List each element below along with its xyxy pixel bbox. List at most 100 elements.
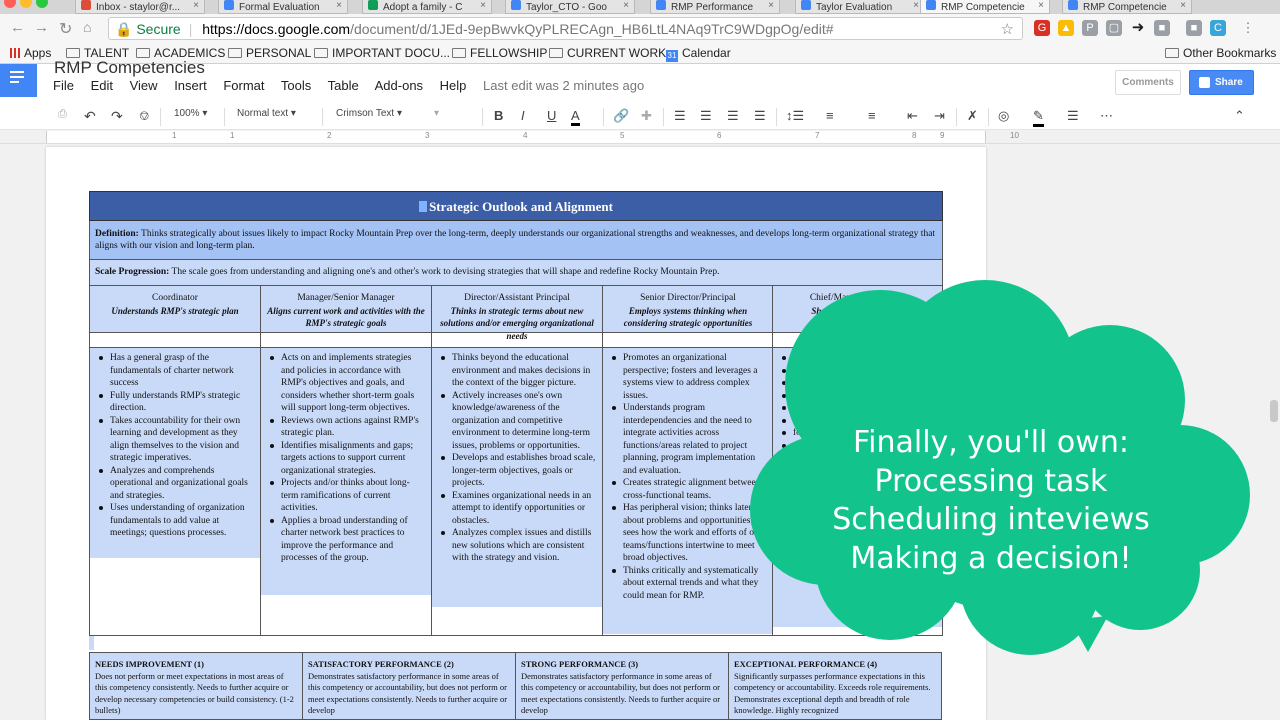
extension-icon[interactable]: ■ (1186, 20, 1202, 36)
formatting-toolbar: ⎙ ↶ ↷ ⎊ 100% ▾ Normal text ▾ Crimson Tex… (0, 104, 1280, 130)
browser-tab[interactable]: Taylor Evaluation × (795, 0, 925, 14)
behavior-list-item: Acts on and implements strategies and po… (265, 352, 427, 415)
last-edit-status[interactable]: Last edit was 2 minutes ago (483, 78, 644, 93)
home-icon[interactable]: ⌂ (83, 19, 91, 35)
font-select[interactable]: Crimson Text ▾ (336, 108, 402, 119)
performance-level-text: Demonstrates satisfactory performance in… (521, 670, 721, 716)
close-tab-icon[interactable]: × (913, 0, 919, 11)
reload-icon[interactable]: ↻ (59, 19, 72, 39)
menu-tools[interactable]: Tools (281, 78, 311, 93)
bookmark-apps[interactable]: Apps (10, 46, 51, 60)
url-field[interactable]: 🔒 Secure | https://docs.google.com/docume… (108, 17, 1023, 40)
ruler[interactable]: 1 1 2 3 4 5 6 7 8 9 10 (0, 130, 1280, 144)
bookmark-star-icon[interactable]: ☆ (1001, 20, 1014, 38)
close-tab-icon[interactable]: × (1038, 0, 1044, 11)
close-tab-icon[interactable]: × (623, 0, 629, 11)
italic-icon[interactable]: I (521, 108, 525, 123)
role-description: Understands RMP's strategic plan (111, 305, 239, 316)
menu-insert[interactable]: Insert (174, 78, 207, 93)
print-icon[interactable]: ⎙ (58, 108, 67, 121)
back-icon[interactable]: ← (10, 19, 25, 36)
document-title[interactable]: RMP Competencies (54, 58, 205, 78)
role-column-header: Coordinator Understands RMP's strategic p… (90, 286, 260, 333)
border-width-icon[interactable]: ☰ (1067, 108, 1079, 124)
browser-tab[interactable]: Inbox - staylor@r... × (75, 0, 205, 14)
scrollbar-thumb[interactable] (1270, 400, 1278, 422)
performance-level-text: Does not perform or meet expectations in… (95, 670, 294, 716)
behavior-list-item: Analyzes complex issues and distills new… (436, 527, 598, 565)
browser-tab[interactable]: RMP Competencie × (920, 0, 1050, 14)
extension-icon[interactable]: ▲ (1058, 20, 1074, 36)
bookmark-calendar[interactable]: 31 Calendar (666, 46, 731, 62)
lock-icon: 🔒 (115, 21, 133, 37)
style-select[interactable]: Normal text ▾ (237, 108, 296, 119)
align-left-icon[interactable]: ☰ (674, 108, 686, 124)
close-tab-icon[interactable]: × (768, 0, 774, 11)
bookmark-folder[interactable]: PERSONAL (228, 46, 311, 60)
border-color-icon[interactable]: ✎ (1033, 108, 1044, 127)
close-tab-icon[interactable]: × (193, 0, 199, 11)
comment-icon[interactable]: ✚ (641, 108, 652, 124)
browser-tab[interactable]: Taylor_CTO - Goo × (505, 0, 635, 14)
performance-level-text: Demonstrates satisfactory performance in… (308, 670, 508, 716)
close-tab-icon[interactable]: × (336, 0, 342, 11)
bookmark-folder[interactable]: FELLOWSHIP (452, 46, 547, 60)
line-spacing-icon[interactable]: ↕☰ (786, 108, 804, 124)
bookmark-flag-icon (419, 201, 428, 212)
browser-tab[interactable]: Adopt a family - C × (362, 0, 492, 14)
clear-formatting-icon[interactable]: ✗ (967, 108, 978, 124)
role-behaviors: Acts on and implements strategies and po… (261, 347, 431, 595)
share-button[interactable]: Share (1189, 70, 1254, 95)
align-right-icon[interactable]: ☰ (727, 108, 739, 124)
arrow-extension-icon[interactable]: ➜ (1130, 20, 1146, 36)
extension-icon[interactable]: P (1082, 20, 1098, 36)
browser-tab[interactable]: Formal Evaluation × (218, 0, 348, 14)
close-tab-icon[interactable]: × (1180, 0, 1186, 11)
close-tab-icon[interactable]: × (480, 0, 486, 11)
menu-icon[interactable]: ⋮ (1240, 20, 1256, 36)
font-size-select[interactable]: ▾ (434, 108, 439, 119)
menu-format[interactable]: Format (223, 78, 264, 93)
extension-icon[interactable]: ▢ (1106, 20, 1122, 36)
menu-edit[interactable]: Edit (91, 78, 113, 93)
bold-icon[interactable]: B (494, 108, 503, 123)
menu-view[interactable]: View (130, 78, 158, 93)
browser-tab[interactable]: RMP Performance × (650, 0, 780, 14)
paint-format-icon[interactable]: ⎊ (139, 108, 149, 124)
performance-level-box: STRONG PERFORMANCE (3) Demonstrates satis… (515, 652, 729, 720)
performance-level-box: SATISFACTORY PERFORMANCE (2) Demonstrates… (302, 652, 516, 720)
ruler-number: 10 (1010, 131, 1019, 140)
performance-level-text: Significantly surpasses performance expe… (734, 670, 931, 716)
comments-button[interactable]: Comments (1115, 70, 1181, 95)
underline-icon[interactable]: U (547, 108, 556, 123)
border-dash-icon[interactable]: ⋯ (1100, 108, 1113, 124)
menu-table[interactable]: Table (328, 78, 359, 93)
forward-icon[interactable]: → (34, 19, 49, 36)
increase-indent-icon[interactable]: ⇥ (934, 108, 945, 124)
extension-icon[interactable]: C (1210, 20, 1226, 36)
bookmark-folder[interactable]: IMPORTANT DOCU... (314, 46, 450, 60)
docs-home-icon[interactable] (0, 64, 37, 97)
bookmark-other[interactable]: Other Bookmarks (1165, 46, 1276, 60)
fill-color-icon[interactable]: ◎ (998, 108, 1009, 124)
text-color-icon[interactable]: A (571, 108, 580, 126)
redo-icon[interactable]: ↷ (111, 108, 123, 125)
browser-tab[interactable]: RMP Competencie × (1062, 0, 1192, 14)
extension-icon[interactable]: ■ (1154, 20, 1170, 36)
bulleted-list-icon[interactable]: ≡ (868, 108, 876, 123)
menu-file[interactable]: File (53, 78, 74, 93)
justify-icon[interactable]: ☰ (754, 108, 766, 124)
decrease-indent-icon[interactable]: ⇤ (907, 108, 918, 124)
numbered-list-icon[interactable]: ≡ (826, 108, 834, 123)
ruler-number: 9 (940, 131, 945, 140)
bookmark-folder[interactable]: CURRENT WORK (549, 46, 666, 60)
link-icon[interactable]: 🔗 (613, 108, 629, 124)
menu-help[interactable]: Help (440, 78, 467, 93)
undo-icon[interactable]: ↶ (84, 108, 96, 125)
align-center-icon[interactable]: ☰ (700, 108, 712, 124)
collapse-toolbar-icon[interactable]: ⌃ (1234, 108, 1245, 124)
extension-icon[interactable]: G (1034, 20, 1050, 36)
folder-icon (228, 48, 242, 58)
zoom-select[interactable]: 100% ▾ (174, 108, 207, 119)
menu-addons[interactable]: Add-ons (375, 78, 423, 93)
